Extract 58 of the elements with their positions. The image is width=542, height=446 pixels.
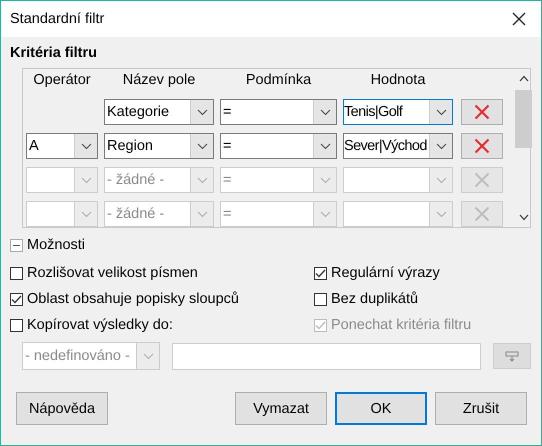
chevron-down-icon (80, 210, 92, 218)
chevron-down-icon (436, 108, 446, 116)
checkbox[interactable] (314, 266, 327, 280)
remove-icon (474, 138, 490, 154)
chevron-down-icon (80, 176, 92, 184)
column-header: Podmínka (244, 72, 312, 90)
checkbox-label[interactable]: Bez duplikátů (331, 291, 418, 307)
chevron-down-icon (436, 176, 446, 184)
column-header: Hodnota (370, 72, 426, 90)
chevron-down-icon (142, 352, 154, 360)
dialog-button[interactable]: Vymazat (235, 392, 327, 425)
remove-button[interactable] (461, 99, 503, 125)
dialog-button[interactable]: OK (335, 392, 427, 425)
scroll-down-icon[interactable] (518, 214, 528, 221)
window-title: Standardní filtr (10, 11, 104, 27)
checkbox-label[interactable]: Kopírovat výsledky do: (27, 317, 173, 333)
chevron-down-icon (196, 142, 208, 150)
checkbox[interactable] (10, 292, 23, 306)
column-header: Operátor (32, 72, 92, 90)
scroll-thumb[interactable] (515, 90, 532, 148)
checkbox-label[interactable]: Regulární výrazy (331, 265, 440, 281)
close-icon (512, 12, 526, 26)
chevron-down-icon (320, 108, 330, 116)
chevron-down-icon (436, 210, 446, 218)
chevron-down-icon (196, 210, 208, 218)
chevron-down-icon (196, 108, 208, 116)
value-combobox[interactable]: Tenis|Golf (343, 99, 453, 125)
options-expander[interactable]: Možnosti (27, 237, 86, 253)
scroll-up-icon[interactable] (518, 75, 528, 82)
operator-dropdown[interactable]: A (26, 133, 98, 159)
condition-dropdown[interactable]: = (220, 133, 337, 159)
chevron-down-icon (196, 176, 208, 184)
chevron-down-icon (320, 176, 330, 184)
chevron-down-icon (320, 142, 330, 150)
checkbox-label[interactable]: Oblast obsahuje popisky sloupců (27, 291, 239, 307)
checkbox[interactable] (10, 266, 23, 280)
remove-icon (474, 104, 490, 120)
help-button[interactable]: Nápověda (16, 392, 108, 425)
checkbox[interactable] (10, 318, 23, 332)
section-title: Kritéria filtru (10, 45, 98, 63)
condition-dropdown[interactable]: = (220, 99, 337, 125)
chevron-down-icon (80, 142, 92, 150)
field-name-dropdown[interactable]: Region (104, 133, 214, 159)
checkbox[interactable] (314, 292, 327, 306)
value-combobox[interactable]: Sever|Východ (343, 133, 453, 159)
chevron-down-icon (436, 142, 446, 150)
shrink-button[interactable] (493, 343, 531, 369)
chevron-down-icon (320, 210, 330, 218)
remove-icon (474, 172, 490, 188)
field-name-dropdown[interactable]: Kategorie (104, 99, 214, 125)
checkbox-label[interactable]: Rozlišovat velikost písmen (27, 265, 198, 281)
shrink-icon (505, 350, 520, 362)
target-input-field[interactable] (172, 342, 482, 370)
column-header: Název pole (122, 72, 196, 90)
remove-icon (474, 206, 490, 222)
collapse-icon[interactable] (10, 238, 23, 252)
dialog-button[interactable]: Zrušit (435, 392, 527, 425)
remove-button[interactable] (461, 133, 503, 159)
